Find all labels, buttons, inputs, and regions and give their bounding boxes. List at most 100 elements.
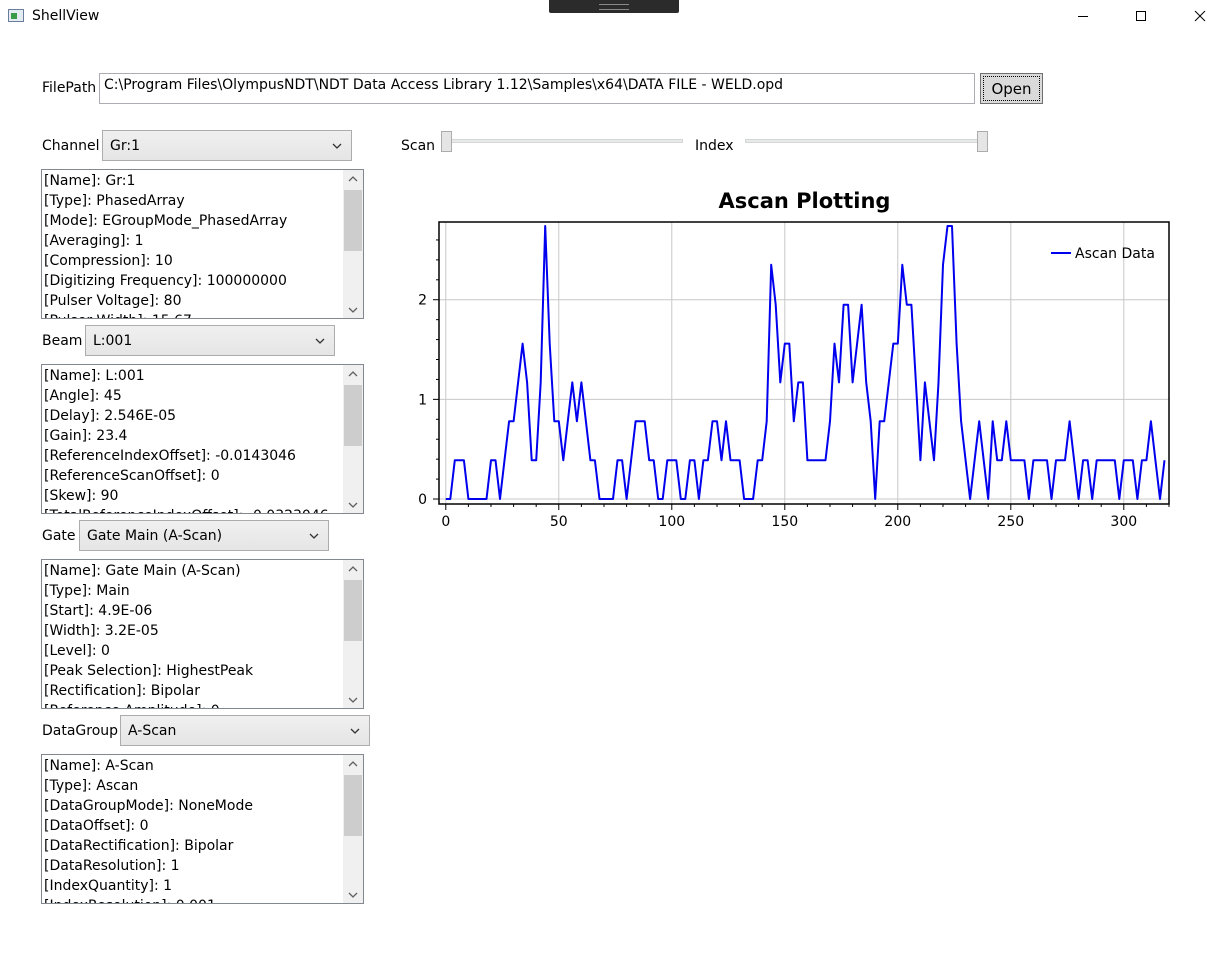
scroll-down-icon[interactable] bbox=[343, 496, 363, 513]
y-tick-label: 0 bbox=[418, 492, 427, 508]
window-title: ShellView bbox=[32, 8, 100, 24]
index-slider-track[interactable] bbox=[745, 139, 988, 143]
x-tick-label: 0 bbox=[441, 514, 450, 530]
beam-combo[interactable]: L:001 bbox=[85, 325, 335, 356]
x-tick-label: 100 bbox=[658, 514, 685, 530]
gate-combo[interactable]: Gate Main (A-Scan) bbox=[79, 520, 329, 551]
list-item: [Mode]: EGroupMode_PhasedArray bbox=[44, 213, 288, 229]
scroll-down-icon[interactable] bbox=[343, 301, 363, 318]
list-item: [Pulser Width]: 15.67 bbox=[44, 311, 343, 318]
list-item: [Type]: PhasedArray bbox=[44, 193, 185, 209]
scroll-down-icon[interactable] bbox=[343, 691, 363, 708]
list-item: [Digitizing Frequency]: 100000000 bbox=[44, 273, 287, 289]
index-slider-thumb[interactable] bbox=[977, 131, 988, 152]
x-tick-label: 150 bbox=[771, 514, 798, 530]
y-tick-label: 1 bbox=[418, 392, 427, 408]
gate-label: Gate bbox=[42, 528, 76, 544]
x-tick-label: 200 bbox=[884, 514, 911, 530]
maximize-icon bbox=[1136, 11, 1146, 21]
vertical-scrollbar[interactable] bbox=[343, 755, 363, 903]
list-item: [Reference Amplitude]: 0 bbox=[44, 701, 343, 708]
list-item: [Type]: Ascan bbox=[44, 778, 139, 794]
list-item: [DataOffset]: 0 bbox=[44, 818, 149, 834]
close-button[interactable] bbox=[1177, 0, 1223, 32]
beam-combo-value: L:001 bbox=[93, 332, 133, 349]
channel-details-lines: [Name]: Gr:1 [Type]: PhasedArray [Mode]:… bbox=[44, 171, 343, 318]
beam-details-list[interactable]: [Name]: L:001 [Angle]: 45 [Delay]: 2.546… bbox=[41, 364, 364, 514]
gate-combo-value: Gate Main (A-Scan) bbox=[87, 527, 223, 544]
list-item: [DataResolution]: 1 bbox=[44, 858, 180, 874]
chevron-down-icon bbox=[341, 728, 369, 734]
vertical-scrollbar[interactable] bbox=[343, 170, 363, 318]
list-item: [Level]: 0 bbox=[44, 643, 110, 659]
list-item: [Name]: Gr:1 bbox=[44, 173, 136, 189]
list-item: [Averaging]: 1 bbox=[44, 233, 144, 249]
minimize-button[interactable] bbox=[1060, 0, 1106, 32]
open-button[interactable]: Open bbox=[980, 73, 1043, 104]
gate-details-list[interactable]: [Name]: Gate Main (A-Scan) [Type]: Main … bbox=[41, 559, 364, 709]
scroll-up-icon[interactable] bbox=[343, 755, 363, 772]
scrollbar-thumb[interactable] bbox=[344, 580, 362, 641]
x-tick-label: 250 bbox=[997, 514, 1024, 530]
list-item: [Compression]: 10 bbox=[44, 253, 173, 269]
gate-details-lines: [Name]: Gate Main (A-Scan) [Type]: Main … bbox=[44, 561, 343, 708]
ascan-chart: 0 50 100 150 200 250 300 0 1 2 Ascan Data bbox=[418, 221, 1170, 530]
chevron-down-icon bbox=[323, 143, 351, 149]
list-item: [TotalReferenceIndexOffset]: -0.0323046 bbox=[44, 506, 343, 513]
scroll-down-icon[interactable] bbox=[343, 886, 363, 903]
list-item: [Name]: L:001 bbox=[44, 368, 145, 384]
datagroup-details-list[interactable]: [Name]: A-Scan [Type]: Ascan [DataGroupM… bbox=[41, 754, 364, 904]
list-item: [Angle]: 45 bbox=[44, 388, 122, 404]
list-item: [IndexQuantity]: 1 bbox=[44, 878, 173, 894]
list-item: [Type]: Main bbox=[44, 583, 130, 599]
scrollbar-thumb[interactable] bbox=[344, 385, 362, 446]
channel-combo[interactable]: Gr:1 bbox=[102, 130, 352, 161]
scrollbar-thumb[interactable] bbox=[344, 775, 362, 836]
ascan-data-line bbox=[445, 225, 1166, 500]
x-tick-label: 50 bbox=[550, 514, 568, 530]
index-label: Index bbox=[695, 138, 734, 154]
beam-label: Beam bbox=[42, 333, 83, 349]
chevron-down-icon bbox=[300, 533, 328, 539]
list-item: [Peak Selection]: HighestPeak bbox=[44, 663, 254, 679]
plot-frame bbox=[438, 221, 1170, 505]
snap-layout-handle[interactable] bbox=[549, 0, 679, 13]
scrollbar-thumb[interactable] bbox=[344, 190, 362, 251]
filepath-label: FilePath bbox=[42, 80, 97, 96]
datagroup-combo-value: A-Scan bbox=[128, 722, 177, 739]
list-item: [Width]: 3.2E-05 bbox=[44, 623, 159, 639]
scroll-up-icon[interactable] bbox=[343, 365, 363, 382]
filepath-input[interactable]: C:\Program Files\OlympusNDT\NDT Data Acc… bbox=[99, 73, 975, 104]
close-icon bbox=[1194, 10, 1206, 22]
list-item: [Name]: Gate Main (A-Scan) bbox=[44, 563, 241, 579]
scan-slider-thumb[interactable] bbox=[441, 131, 452, 152]
channel-combo-value: Gr:1 bbox=[110, 137, 140, 154]
beam-details-lines: [Name]: L:001 [Angle]: 45 [Delay]: 2.546… bbox=[44, 366, 343, 513]
vertical-scrollbar[interactable] bbox=[343, 560, 363, 708]
list-item: [DataGroupMode]: NoneMode bbox=[44, 798, 253, 814]
list-item: [Rectification]: Bipolar bbox=[44, 683, 200, 699]
app-icon bbox=[8, 9, 24, 22]
list-item: [DataRectification]: Bipolar bbox=[44, 838, 234, 854]
datagroup-details-lines: [Name]: A-Scan [Type]: Ascan [DataGroupM… bbox=[44, 756, 343, 903]
maximize-button[interactable] bbox=[1118, 0, 1164, 32]
list-item: [Delay]: 2.546E-05 bbox=[44, 408, 177, 424]
scroll-up-icon[interactable] bbox=[343, 170, 363, 187]
chart-title: Ascan Plotting bbox=[718, 189, 891, 213]
x-tick-label: 300 bbox=[1110, 514, 1137, 530]
datagroup-label: DataGroup bbox=[42, 723, 119, 739]
scroll-up-icon[interactable] bbox=[343, 560, 363, 577]
list-item: [ReferenceIndexOffset]: -0.0143046 bbox=[44, 448, 296, 464]
list-item: [IndexResolution]: 0.001 bbox=[44, 896, 343, 903]
scan-label: Scan bbox=[401, 138, 436, 154]
legend-label: Ascan Data bbox=[1075, 246, 1155, 262]
channel-details-list[interactable]: [Name]: Gr:1 [Type]: PhasedArray [Mode]:… bbox=[41, 169, 364, 319]
list-item: [Name]: A-Scan bbox=[44, 758, 154, 774]
vertical-scrollbar[interactable] bbox=[343, 365, 363, 513]
list-item: [Gain]: 23.4 bbox=[44, 428, 128, 444]
channel-label: Channel bbox=[42, 138, 100, 154]
list-item: [Skew]: 90 bbox=[44, 488, 119, 504]
list-item: [Pulser Voltage]: 80 bbox=[44, 293, 182, 309]
scan-slider-track[interactable] bbox=[441, 139, 683, 143]
datagroup-combo[interactable]: A-Scan bbox=[120, 715, 370, 746]
